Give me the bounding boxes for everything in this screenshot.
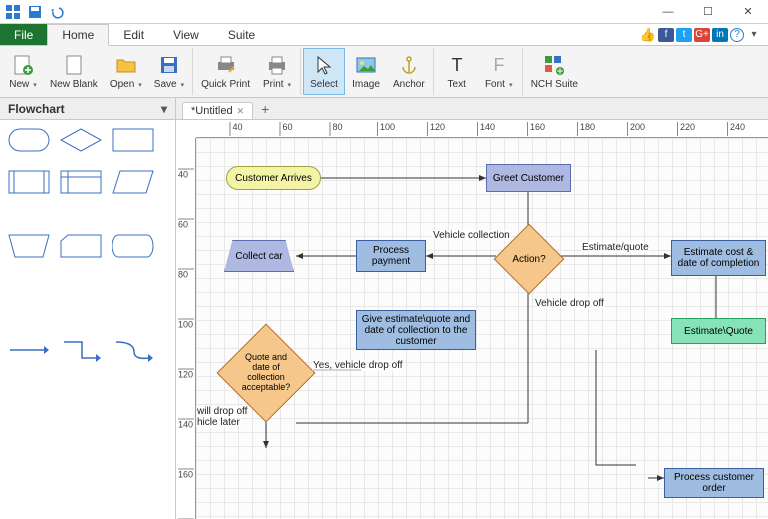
node-estimate-cost[interactable]: Estimate cost & date of completion bbox=[671, 240, 766, 276]
edge-yes-dropoff: Yes, vehicle drop off bbox=[312, 360, 404, 371]
window-close-button[interactable]: ✕ bbox=[728, 0, 768, 24]
open-button[interactable]: Open bbox=[104, 48, 148, 95]
select-label: Select bbox=[310, 79, 338, 90]
tab-view[interactable]: View bbox=[159, 24, 214, 45]
shape-terminator[interactable] bbox=[8, 128, 50, 152]
font-label: Font bbox=[485, 79, 513, 90]
text-label: Text bbox=[448, 79, 466, 90]
linkedin-icon[interactable]: in bbox=[712, 28, 728, 42]
tab-edit[interactable]: Edit bbox=[109, 24, 159, 45]
nch-suite-icon bbox=[543, 53, 565, 77]
text-icon: T bbox=[446, 53, 468, 77]
googleplus-icon[interactable]: G+ bbox=[694, 28, 710, 42]
cursor-icon bbox=[313, 53, 335, 77]
tab-suite[interactable]: Suite bbox=[214, 24, 270, 45]
image-label: Image bbox=[352, 79, 380, 90]
edge-vehicle-collection: Vehicle collection bbox=[432, 230, 511, 241]
nch-suite-label: NCH Suite bbox=[531, 79, 578, 90]
side-panel-header[interactable]: Flowchart ▾ bbox=[0, 98, 175, 120]
node-process-order[interactable]: Process customer order bbox=[664, 468, 764, 498]
node-process-payment[interactable]: Process payment bbox=[356, 240, 426, 272]
shape-internal[interactable] bbox=[60, 170, 102, 194]
shape-card[interactable] bbox=[60, 234, 102, 258]
select-button[interactable]: Select bbox=[303, 48, 345, 95]
anchor-button[interactable]: Anchor bbox=[387, 48, 431, 95]
qat-app-icon[interactable] bbox=[4, 3, 22, 21]
shape-predefined[interactable] bbox=[8, 170, 50, 194]
node-greet-customer[interactable]: Greet Customer bbox=[486, 164, 571, 192]
add-tab-button[interactable]: + bbox=[253, 99, 277, 119]
thumb-icon[interactable]: 👍 bbox=[640, 28, 656, 42]
new-label: New bbox=[9, 79, 37, 90]
file-menu[interactable]: File bbox=[0, 24, 47, 45]
node-action[interactable]: Action? bbox=[504, 234, 554, 284]
save-button[interactable]: Save bbox=[148, 48, 190, 95]
shape-manual-op[interactable] bbox=[8, 234, 50, 258]
canvas[interactable]: Customer Arrives Greet Customer Collect … bbox=[196, 138, 768, 519]
shape-decision[interactable] bbox=[60, 128, 102, 152]
help-icon[interactable]: ? bbox=[730, 28, 744, 42]
node-collect-car[interactable]: Collect car bbox=[224, 240, 294, 272]
window-minimize-button[interactable]: — bbox=[648, 0, 688, 24]
svg-text:F: F bbox=[493, 55, 504, 75]
text-button[interactable]: T Text bbox=[436, 48, 478, 95]
new-button[interactable]: New bbox=[2, 48, 44, 95]
open-folder-icon bbox=[115, 53, 137, 77]
vertical-ruler: 40 60 80 100 120 140 160 180 bbox=[176, 138, 196, 519]
twitter-icon[interactable]: t bbox=[676, 28, 692, 42]
font-icon: F bbox=[488, 53, 510, 77]
qat-save-icon[interactable] bbox=[26, 3, 44, 21]
quick-print-button[interactable]: Quick Print bbox=[195, 48, 256, 95]
quick-print-label: Quick Print bbox=[201, 79, 250, 90]
help-dropdown-icon[interactable]: ▾ bbox=[746, 28, 762, 42]
node-estimate-quote[interactable]: Estimate\Quote bbox=[671, 318, 766, 344]
print-label: Print bbox=[263, 79, 291, 90]
shape-process[interactable] bbox=[112, 128, 154, 152]
horizontal-ruler: 40 60 80 100 120 140 160 180 200 220 240 bbox=[196, 120, 768, 138]
edge-will-drop: will drop off bbox=[196, 406, 248, 417]
shape-arrow[interactable] bbox=[8, 338, 50, 362]
facebook-icon[interactable]: f bbox=[658, 28, 674, 42]
tab-home[interactable]: Home bbox=[47, 24, 109, 46]
node-customer-arrives[interactable]: Customer Arrives bbox=[226, 166, 321, 190]
new-blank-icon bbox=[63, 53, 85, 77]
node-quote-date[interactable]: Quote and date of collection acceptable? bbox=[231, 338, 301, 408]
print-button[interactable]: Print bbox=[256, 48, 298, 95]
new-blank-label: New Blank bbox=[50, 79, 98, 90]
edge-hicle-later: hicle later bbox=[196, 417, 241, 428]
save-disk-icon bbox=[158, 53, 180, 77]
shape-curve[interactable] bbox=[112, 338, 154, 362]
image-icon bbox=[355, 53, 377, 77]
new-file-icon bbox=[12, 53, 34, 77]
new-blank-button[interactable]: New Blank bbox=[44, 48, 104, 95]
shape-elbow[interactable] bbox=[60, 338, 102, 362]
edge-estimate-quote: Estimate/quote bbox=[581, 242, 650, 253]
document-tab[interactable]: *Untitled ✕ bbox=[182, 102, 253, 119]
anchor-label: Anchor bbox=[393, 79, 425, 90]
side-panel-title: Flowchart bbox=[8, 102, 65, 116]
font-button[interactable]: F Font bbox=[478, 48, 520, 95]
quick-print-icon bbox=[215, 53, 237, 77]
nch-suite-button[interactable]: NCH Suite bbox=[525, 48, 584, 95]
document-tab-label: *Untitled bbox=[191, 105, 233, 117]
svg-text:T: T bbox=[451, 55, 462, 75]
tab-close-icon[interactable]: ✕ bbox=[237, 106, 245, 117]
image-button[interactable]: Image bbox=[345, 48, 387, 95]
edge-vehicle-dropoff: Vehicle drop off bbox=[534, 298, 605, 309]
window-maximize-button[interactable]: ☐ bbox=[688, 0, 728, 24]
qat-undo-icon[interactable] bbox=[48, 3, 66, 21]
print-icon bbox=[266, 53, 288, 77]
shape-palette bbox=[0, 120, 175, 519]
save-label: Save bbox=[154, 79, 184, 90]
open-label: Open bbox=[110, 79, 142, 90]
shape-data[interactable] bbox=[112, 170, 154, 194]
node-give-estimate[interactable]: Give estimate\quote and date of collecti… bbox=[356, 310, 476, 350]
anchor-icon bbox=[398, 53, 420, 77]
chevron-down-icon: ▾ bbox=[161, 102, 167, 116]
shape-display[interactable] bbox=[112, 234, 154, 258]
